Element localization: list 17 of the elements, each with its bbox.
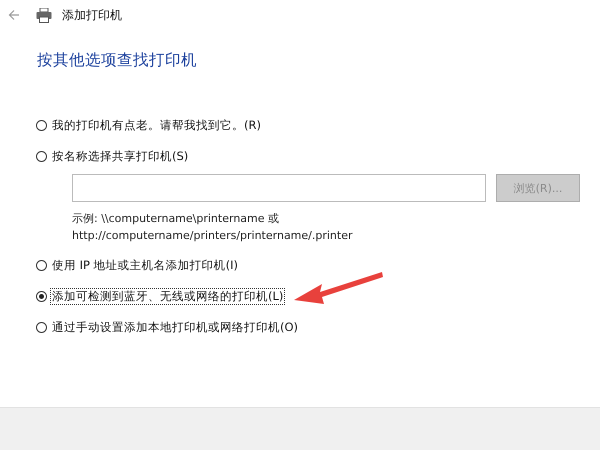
window-title: 添加打印机 — [62, 6, 122, 24]
option-label[interactable]: 我的打印机有点老。请帮我找到它。(R) — [50, 116, 263, 134]
option-label[interactable]: 通过手动设置添加本地打印机或网络打印机(O) — [50, 318, 300, 336]
radio-button[interactable] — [36, 290, 47, 302]
page-heading: 按其他选项查找打印机 — [37, 50, 198, 71]
radio-button[interactable] — [36, 322, 47, 332]
example-text: http://computername/printers/printername/.printer — [72, 228, 354, 244]
back-arrow-icon[interactable] — [8, 9, 20, 21]
radio-button[interactable] — [36, 150, 47, 162]
printer-name-field[interactable] — [72, 174, 486, 202]
option-label[interactable]: 使用 IP 地址或主机名添加打印机(I) — [50, 256, 240, 274]
radio-button[interactable] — [36, 260, 47, 270]
example-text: 示例: \\computername\printername 或 — [72, 211, 280, 227]
radio-button[interactable] — [36, 120, 47, 130]
printer-icon — [36, 8, 52, 22]
option-label[interactable]: 按名称选择共享打印机(S) — [50, 148, 190, 164]
option-label[interactable]: 添加可检测到蓝牙、无线或网络的打印机(L) — [50, 288, 286, 304]
